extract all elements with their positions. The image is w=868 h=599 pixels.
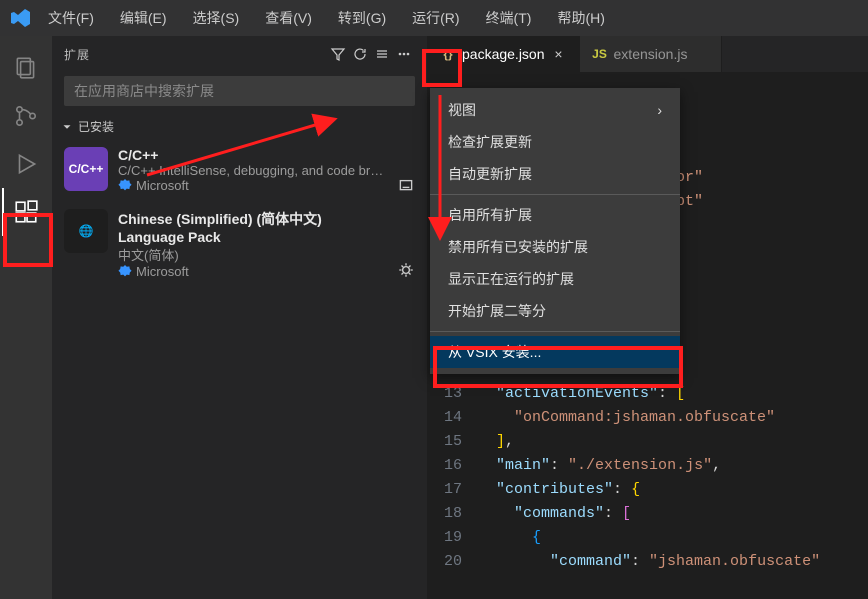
context-menu-item[interactable]: 自动更新扩展 (430, 158, 680, 190)
context-menu-label: 启用所有扩展 (448, 205, 532, 225)
extension-manage[interactable] (397, 147, 415, 193)
menu-terminal[interactable]: 终端(T) (476, 4, 542, 32)
tab-label: extension.js (614, 46, 688, 62)
verified-icon (118, 265, 132, 279)
sidebar-header: 扩展 (52, 36, 427, 72)
activity-extensions[interactable] (2, 188, 50, 236)
installed-section[interactable]: 已安装 (52, 114, 427, 139)
chevron-right-icon: › (657, 102, 662, 118)
context-menu-label: 从 VSIX 安装... (448, 342, 541, 362)
editor-tab[interactable]: JS extension.js × (580, 36, 723, 72)
extension-item[interactable]: C/C++ C/C++ C/C++ IntelliSense, debuggin… (52, 139, 427, 201)
tab-bar: {} package.json × JS extension.js × (428, 36, 868, 72)
extension-search-input[interactable] (74, 83, 405, 99)
title-bar: 文件(F) 编辑(E) 选择(S) 查看(V) 转到(G) 运行(R) 终端(T… (0, 0, 868, 36)
context-menu-item[interactable]: 开始扩展二等分 (430, 295, 680, 327)
filter-icon[interactable] (327, 43, 349, 65)
file-icon: {} (440, 46, 456, 62)
context-menu-label: 视图 (448, 100, 476, 120)
extension-manage[interactable] (397, 209, 415, 279)
close-icon[interactable]: × (551, 46, 567, 62)
installed-label: 已安装 (78, 118, 114, 135)
context-menu-item[interactable]: 禁用所有已安装的扩展 (430, 231, 680, 263)
activity-explorer[interactable] (2, 44, 50, 92)
extension-desc: C/C++ IntelliSense, debugging, and code … (118, 163, 387, 178)
extensions-sidebar: 扩展 已安装 C/C++ C/C++ C/C++ IntelliSense, d… (52, 36, 428, 599)
menu-separator (430, 331, 680, 332)
menu-select[interactable]: 选择(S) (183, 4, 250, 32)
extension-publisher: Microsoft (118, 264, 387, 279)
sidebar-title: 扩展 (64, 46, 327, 63)
verified-icon (118, 179, 132, 193)
extension-context-menu: 视图 › 检查扩展更新自动更新扩展启用所有扩展禁用所有已安装的扩展显示正在运行的扩展… (430, 88, 680, 374)
context-menu-label: 自动更新扩展 (448, 164, 532, 184)
editor-tab[interactable]: {} package.json × (428, 36, 580, 72)
menu-run[interactable]: 运行(R) (402, 4, 469, 32)
context-menu-label: 禁用所有已安装的扩展 (448, 237, 588, 257)
refresh-icon[interactable] (349, 43, 371, 65)
context-menu-item[interactable]: 检查扩展更新 (430, 126, 680, 158)
activity-debug[interactable] (2, 140, 50, 188)
tab-label: package.json (462, 46, 545, 62)
app-icon (8, 6, 32, 30)
extension-desc: 中文(简体) (118, 245, 387, 264)
context-menu-label: 开始扩展二等分 (448, 301, 546, 321)
menu-edit[interactable]: 编辑(E) (110, 4, 177, 32)
extension-icon: C/C++ (64, 147, 108, 191)
context-menu-label: 检查扩展更新 (448, 132, 532, 152)
extension-name: Chinese (Simplified) (简体中文) Language Pac… (118, 209, 387, 245)
context-menu-item[interactable]: 启用所有扩展 (430, 199, 680, 231)
menu-help[interactable]: 帮助(H) (547, 4, 614, 32)
context-menu-label: 显示正在运行的扩展 (448, 269, 574, 289)
context-menu-item[interactable]: 从 VSIX 安装... (430, 336, 680, 368)
more-icon[interactable] (393, 43, 415, 65)
menu-separator (430, 194, 680, 195)
extension-publisher: Microsoft (118, 178, 387, 193)
menu-file[interactable]: 文件(F) (38, 4, 104, 32)
menu-go[interactable]: 转到(G) (328, 4, 396, 32)
extension-icon: 🌐 (64, 209, 108, 253)
context-menu-item[interactable]: 视图 › (430, 94, 680, 126)
extension-name: C/C++ (118, 147, 387, 163)
file-icon: JS (592, 46, 608, 62)
clear-icon[interactable] (371, 43, 393, 65)
extension-item[interactable]: 🌐 Chinese (Simplified) (简体中文) Language P… (52, 201, 427, 287)
extension-search[interactable] (64, 76, 415, 106)
activity-bar (0, 36, 52, 599)
activity-scm[interactable] (2, 92, 50, 140)
chevron-down-icon (60, 120, 74, 134)
context-menu-item[interactable]: 显示正在运行的扩展 (430, 263, 680, 295)
menu-view[interactable]: 查看(V) (255, 4, 322, 32)
